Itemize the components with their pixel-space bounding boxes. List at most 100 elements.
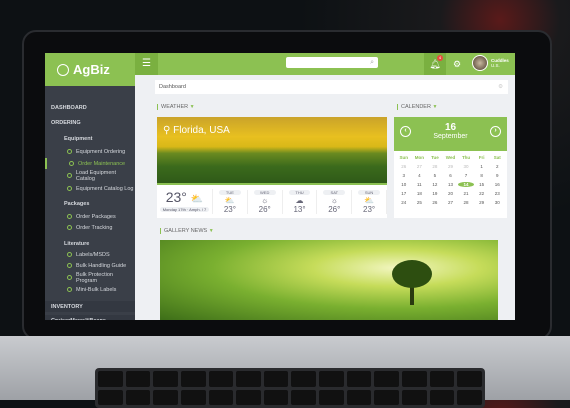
- key: [125, 389, 151, 405]
- calendar-date[interactable]: 3: [396, 173, 412, 178]
- weather-icon: ⛅: [224, 195, 235, 205]
- forecast-temp: 23°: [363, 204, 376, 214]
- calendar-label[interactable]: CALENDER ▼: [397, 104, 437, 110]
- calendar-date[interactable]: 29: [474, 200, 490, 205]
- forecast-temp: 26°: [328, 204, 341, 214]
- sidebar-item[interactable]: Equipment Ordering: [45, 146, 135, 157]
- key: [208, 371, 234, 387]
- logo[interactable]: AgBiz: [45, 53, 135, 86]
- calendar-date[interactable]: 24: [396, 200, 412, 205]
- key: [402, 371, 427, 387]
- caret-down-icon: ▼: [208, 228, 214, 234]
- calendar-date[interactable]: 12: [427, 182, 443, 187]
- calendar-date[interactable]: 27: [443, 200, 459, 205]
- calendar-date[interactable]: 20: [443, 191, 459, 196]
- menu-toggle-button[interactable]: ☰: [135, 53, 158, 75]
- weekday-header: Sun: [399, 155, 409, 160]
- tree: [392, 260, 432, 288]
- calendar-date[interactable]: 29: [443, 164, 459, 169]
- sidebar-item[interactable]: Load Equipment Catalog: [45, 170, 135, 182]
- gallery-image[interactable]: [160, 240, 498, 320]
- calendar-date[interactable]: 28: [427, 164, 443, 169]
- sidebar-item[interactable]: Labels/MSDS: [45, 249, 135, 260]
- sidebar-item[interactable]: Order Maintenance: [45, 158, 135, 169]
- key: [402, 389, 427, 405]
- calendar-date[interactable]: 9: [489, 173, 505, 178]
- weekday-header: Thu: [461, 155, 471, 160]
- sidebar-item[interactable]: INVENTORY: [45, 301, 135, 312]
- calendar-date[interactable]: 1: [474, 164, 490, 169]
- notifications-button[interactable]: 🔔︎ 4: [424, 53, 446, 75]
- calendar-date[interactable]: 30: [489, 200, 505, 205]
- sidebar-item[interactable]: Order Packages: [45, 211, 135, 222]
- calendar-date[interactable]: 18: [412, 191, 428, 196]
- gear-icon: ⚙: [452, 59, 462, 69]
- calendar-date[interactable]: 30: [458, 164, 474, 169]
- calendar-date[interactable]: 23: [489, 191, 505, 196]
- key: [291, 389, 317, 405]
- weather-card: ⚲ Florida, USA 23° ⛅ Monday 17th · Amph. …: [157, 117, 387, 218]
- calendar-date[interactable]: 5: [427, 173, 443, 178]
- sidebar-item[interactable]: DASHBOARD: [45, 102, 135, 113]
- gear-icon[interactable]: ⚙: [498, 80, 503, 94]
- next-month-button[interactable]: ›: [490, 126, 501, 137]
- calendar-date[interactable]: 10: [396, 182, 412, 187]
- today-temp: 23°: [165, 189, 187, 205]
- calendar-date[interactable]: 2: [489, 164, 505, 169]
- key: [291, 371, 317, 387]
- calendar-date[interactable]: 17: [396, 191, 412, 196]
- calendar-date[interactable]: 22: [474, 191, 490, 196]
- sidebar-item[interactable]: Equipment Catalog Log: [45, 183, 135, 194]
- key: [374, 389, 400, 405]
- sidebar-item[interactable]: CruiserMaxx@Beans: [45, 315, 135, 320]
- cloud-sun-icon: ⛅: [190, 194, 204, 205]
- calendar-date[interactable]: 21: [458, 191, 474, 196]
- calendar-date[interactable]: 11: [412, 182, 428, 187]
- prev-month-button[interactable]: ‹: [400, 126, 411, 137]
- breadcrumb-item[interactable]: Dashboard: [159, 84, 186, 90]
- key: [374, 371, 400, 387]
- calendar-date[interactable]: 13: [443, 182, 459, 187]
- key: [263, 371, 289, 387]
- sidebar-item[interactable]: Bulk Protection Program: [45, 272, 135, 284]
- weather-today: 23° ⛅ Monday 17th · Amph. / 7: [157, 189, 213, 214]
- caret-down-icon: ▼: [432, 104, 438, 110]
- key: [208, 389, 234, 405]
- sidebar-item[interactable]: ORDERING: [45, 117, 135, 128]
- weather-icon: ☼: [330, 195, 338, 205]
- calendar-date[interactable]: 19: [427, 191, 443, 196]
- weather-image: ⚲ Florida, USA: [157, 117, 387, 185]
- forecast-day: SUN ⛅ 23°: [352, 189, 387, 214]
- calendar-date[interactable]: 28: [458, 200, 474, 205]
- topbar: ☰ ⌕ 🔔︎4 ⚙ CuddlesU.S. ▼: [135, 53, 515, 75]
- calendar-date[interactable]: 26: [396, 164, 412, 169]
- key: [346, 371, 372, 387]
- sidebar-item[interactable]: Order Tracking: [45, 222, 135, 233]
- sidebar-item[interactable]: Bulk Handling Guide: [45, 260, 135, 271]
- breadcrumb: Dashboard ⚙: [155, 80, 508, 94]
- user-menu[interactable]: CuddlesU.S. ▼: [472, 55, 515, 71]
- key: [153, 371, 178, 387]
- keyboard: [95, 368, 485, 408]
- forecast-temp: 13°: [293, 204, 306, 214]
- calendar-date[interactable]: 15: [474, 182, 490, 187]
- gallery-label[interactable]: GALLERY NEWS ▼: [160, 228, 214, 234]
- key: [263, 389, 289, 405]
- calendar-date[interactable]: 27: [412, 164, 428, 169]
- weather-icon: ☁: [295, 195, 304, 205]
- calendar-date[interactable]: 7: [458, 173, 474, 178]
- calendar-date[interactable]: 14: [458, 182, 474, 187]
- settings-button[interactable]: ⚙: [446, 53, 468, 75]
- sidebar-item[interactable]: Mini-Bulk Labels: [45, 284, 135, 295]
- calendar-date[interactable]: 16: [489, 182, 505, 187]
- search-input[interactable]: ⌕: [286, 57, 378, 68]
- weather-label[interactable]: WEATHER ▼: [157, 104, 195, 110]
- weekday-header: Fri: [478, 155, 485, 160]
- calendar-date[interactable]: 26: [427, 200, 443, 205]
- notification-badge: 4: [437, 55, 443, 61]
- calendar-date[interactable]: 4: [412, 173, 428, 178]
- calendar-date[interactable]: 6: [443, 173, 459, 178]
- calendar-date[interactable]: 8: [474, 173, 490, 178]
- app-name: AgBiz: [73, 62, 110, 77]
- calendar-date[interactable]: 25: [412, 200, 428, 205]
